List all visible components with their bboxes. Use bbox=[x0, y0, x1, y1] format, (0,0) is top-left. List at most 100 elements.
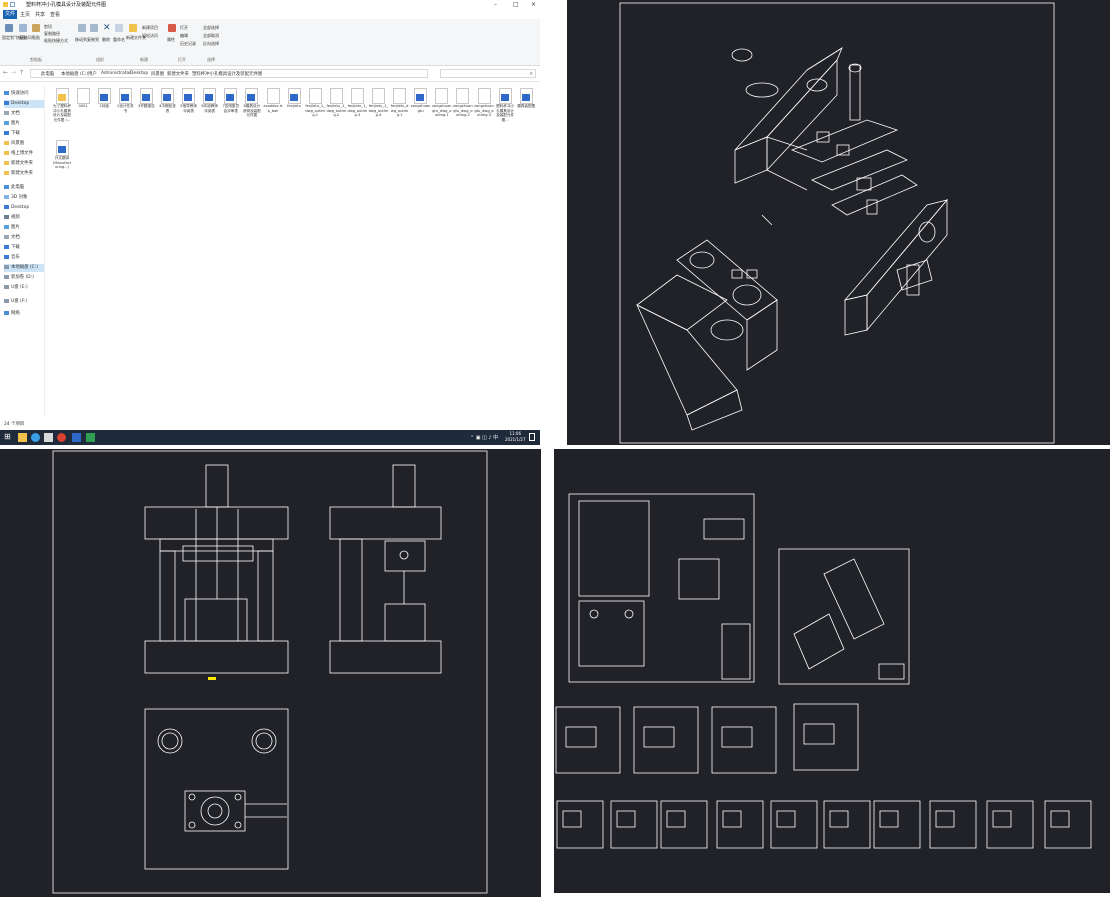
nav-pc-downloads[interactable]: 下载 bbox=[4, 244, 20, 252]
properties-button[interactable]: 属性 bbox=[167, 37, 175, 43]
tab-view[interactable]: 查看 bbox=[48, 11, 62, 18]
nav-3d-objects[interactable]: 3D 对象 bbox=[4, 194, 27, 202]
select-all-button[interactable]: 全部选择 bbox=[203, 25, 219, 31]
file-item[interactable]: fenjietu_dwg_outimg.1 bbox=[390, 88, 410, 118]
file-item[interactable]: 3开题报告 bbox=[136, 88, 156, 109]
paste-icon[interactable] bbox=[32, 24, 40, 32]
nav-folder-4[interactable]: 新建文件夹 bbox=[4, 170, 33, 178]
properties-icon[interactable] bbox=[168, 24, 176, 32]
forward-icon[interactable]: → bbox=[11, 69, 16, 76]
move-to-button[interactable]: 移动到 bbox=[75, 37, 87, 43]
file-item[interactable]: 6评阅教师评阅表 bbox=[200, 88, 220, 113]
file-item[interactable]: fenjietu_1_dwg_outimg.1 bbox=[305, 88, 325, 118]
nav-videos[interactable]: 视频 bbox=[4, 214, 20, 222]
paste-shortcut-button[interactable]: 粘贴快捷方式 bbox=[44, 38, 68, 44]
windows-start-icon[interactable]: ⊞ bbox=[4, 432, 13, 441]
pin-icon[interactable] bbox=[5, 24, 13, 32]
nav-pc-documents[interactable]: 文档 bbox=[4, 234, 20, 242]
breadcrumb-7[interactable]: 塑料杯冲小孔模具设计及装配元件图 bbox=[192, 71, 262, 77]
copy-to-button[interactable]: 复制到 bbox=[87, 37, 99, 43]
close-icon[interactable]: × bbox=[531, 1, 536, 8]
tab-file[interactable]: 文件 bbox=[3, 10, 18, 19]
nav-desktop[interactable]: Desktop bbox=[4, 100, 44, 108]
invert-selection-button[interactable]: 反向选择 bbox=[203, 41, 219, 47]
address-bar[interactable]: 此电脑 本地磁盘 (C:) 用户 Administrator Desktop 风… bbox=[30, 69, 428, 78]
file-item[interactable]: fenjietu_1_dwg_outimg.4 bbox=[369, 88, 389, 118]
breadcrumb-0[interactable]: 此电脑 bbox=[41, 71, 54, 77]
nav-drive-e[interactable]: U盘 (E:) bbox=[4, 284, 28, 292]
copy-button[interactable]: 复制 bbox=[19, 35, 27, 41]
nav-quick-access[interactable]: 快速访问 bbox=[4, 90, 29, 98]
chrome-taskbar-icon[interactable] bbox=[57, 433, 66, 442]
quick-access-icon[interactable] bbox=[10, 2, 15, 7]
word-taskbar-icon[interactable] bbox=[72, 433, 81, 442]
breadcrumb-1[interactable]: 本地磁盘 (C:) bbox=[61, 71, 88, 77]
file-item[interactable]: zongzhuangtu_dwg_outimg.3 bbox=[474, 88, 494, 118]
nav-documents[interactable]: 文档 bbox=[4, 110, 20, 118]
tab-home[interactable]: 主页 bbox=[18, 11, 32, 18]
file-item[interactable]: zongzhuangtu_dwg_outimg.2 bbox=[453, 88, 473, 118]
nav-folder-1[interactable]: 风景图 bbox=[4, 140, 24, 148]
file-item[interactable]: 0001 bbox=[73, 88, 93, 109]
copy-to-icon[interactable] bbox=[90, 24, 98, 32]
file-item[interactable]: acaddoc.lsp_bak bbox=[263, 88, 283, 113]
history-button[interactable]: 历史记录 bbox=[180, 41, 196, 47]
nav-pc-desktop[interactable]: Desktop bbox=[4, 204, 29, 212]
nav-drive-f[interactable]: U盘 (F:) bbox=[4, 298, 27, 306]
nav-drive-c[interactable]: 本地磁盘 (C:) bbox=[4, 264, 44, 272]
file-item[interactable]: 4中期检查表 bbox=[158, 88, 178, 113]
file-item[interactable]: zongzhuangtu bbox=[411, 88, 431, 113]
file-item[interactable]: 塑料杯冲小孔模具设计及装配元件图... bbox=[495, 88, 515, 122]
file-item[interactable]: fenjietu bbox=[284, 88, 304, 109]
nav-downloads[interactable]: 下载 bbox=[4, 130, 20, 138]
up-icon[interactable]: ↑ bbox=[19, 69, 24, 76]
tray-icons[interactable]: ⌃ ▣ ◫ ♪ 中 bbox=[470, 434, 498, 441]
file-item[interactable]: 5指导教师评阅表 bbox=[179, 88, 199, 113]
nav-pc-pictures[interactable]: 图片 bbox=[4, 224, 20, 232]
breadcrumb-3[interactable]: Administrator bbox=[101, 71, 131, 76]
open-button[interactable]: 打开 bbox=[180, 25, 188, 31]
nav-network[interactable]: 网络 bbox=[4, 310, 20, 318]
paste-button[interactable]: 粘贴 bbox=[32, 35, 40, 41]
delete-icon[interactable]: ✕ bbox=[103, 23, 111, 33]
breadcrumb-5[interactable]: 风景图 bbox=[151, 71, 164, 77]
new-item-button[interactable]: 新建项目 bbox=[142, 25, 158, 31]
app-taskbar-icon[interactable] bbox=[44, 433, 53, 442]
browser-taskbar-icon[interactable] bbox=[31, 433, 40, 442]
move-to-icon[interactable] bbox=[78, 24, 86, 32]
file-item[interactable]: 1封面 bbox=[94, 88, 114, 109]
file-item[interactable]: fenjietu_1_dwg_outimg.2 bbox=[326, 88, 346, 118]
easy-access-button[interactable]: 轻松访问 bbox=[142, 33, 158, 39]
tab-share[interactable]: 共享 bbox=[33, 11, 47, 18]
breadcrumb-2[interactable]: 用户 bbox=[88, 71, 97, 77]
nav-folder-2[interactable]: 线上博文件 bbox=[4, 150, 33, 158]
notification-icon[interactable] bbox=[529, 433, 535, 441]
breadcrumb-6[interactable]: 新建文件夹 bbox=[167, 71, 189, 77]
new-folder-icon[interactable] bbox=[129, 24, 137, 32]
nav-pictures[interactable]: 图片 bbox=[4, 120, 20, 128]
excel-taskbar-icon[interactable] bbox=[86, 433, 95, 442]
pin-button[interactable]: 固定到"快速访问" bbox=[2, 35, 34, 41]
select-none-button[interactable]: 全部取消 bbox=[203, 33, 219, 39]
clock[interactable]: 11:06 2021/1/27 bbox=[505, 431, 526, 443]
explorer-taskbar-icon[interactable] bbox=[18, 433, 27, 442]
rename-button[interactable]: 重命名 bbox=[113, 37, 125, 43]
copy-icon[interactable] bbox=[19, 24, 27, 32]
search-input[interactable]: ⌕ bbox=[440, 69, 536, 78]
nav-folder-3[interactable]: 新建文件夹 bbox=[4, 160, 33, 168]
nav-this-pc[interactable]: 此电脑 bbox=[4, 184, 24, 192]
edit-button[interactable]: 编辑 bbox=[180, 33, 188, 39]
file-item[interactable]: fenjietu_1_dwg_outimg.3 bbox=[347, 88, 367, 118]
file-item[interactable]: 模具装配图 bbox=[516, 88, 536, 109]
delete-button[interactable]: 删除 bbox=[102, 37, 110, 43]
maximize-icon[interactable]: □ bbox=[513, 1, 519, 8]
file-item[interactable]: 为了塑料杯冲小孔模具设计及装配元件图 (... bbox=[52, 88, 72, 122]
file-item[interactable]: 外文翻译 (Manufacturing...) bbox=[52, 140, 72, 170]
copy-path-button[interactable]: 复制路径 bbox=[44, 31, 60, 37]
minimize-icon[interactable]: – bbox=[494, 1, 497, 8]
nav-drive-d[interactable]: 新加卷 (D:) bbox=[4, 274, 34, 282]
rename-icon[interactable] bbox=[115, 24, 123, 32]
cut-button[interactable]: 剪切 bbox=[44, 24, 52, 30]
nav-music[interactable]: 音乐 bbox=[4, 254, 20, 262]
file-item[interactable]: 2设计任务书 bbox=[115, 88, 135, 113]
